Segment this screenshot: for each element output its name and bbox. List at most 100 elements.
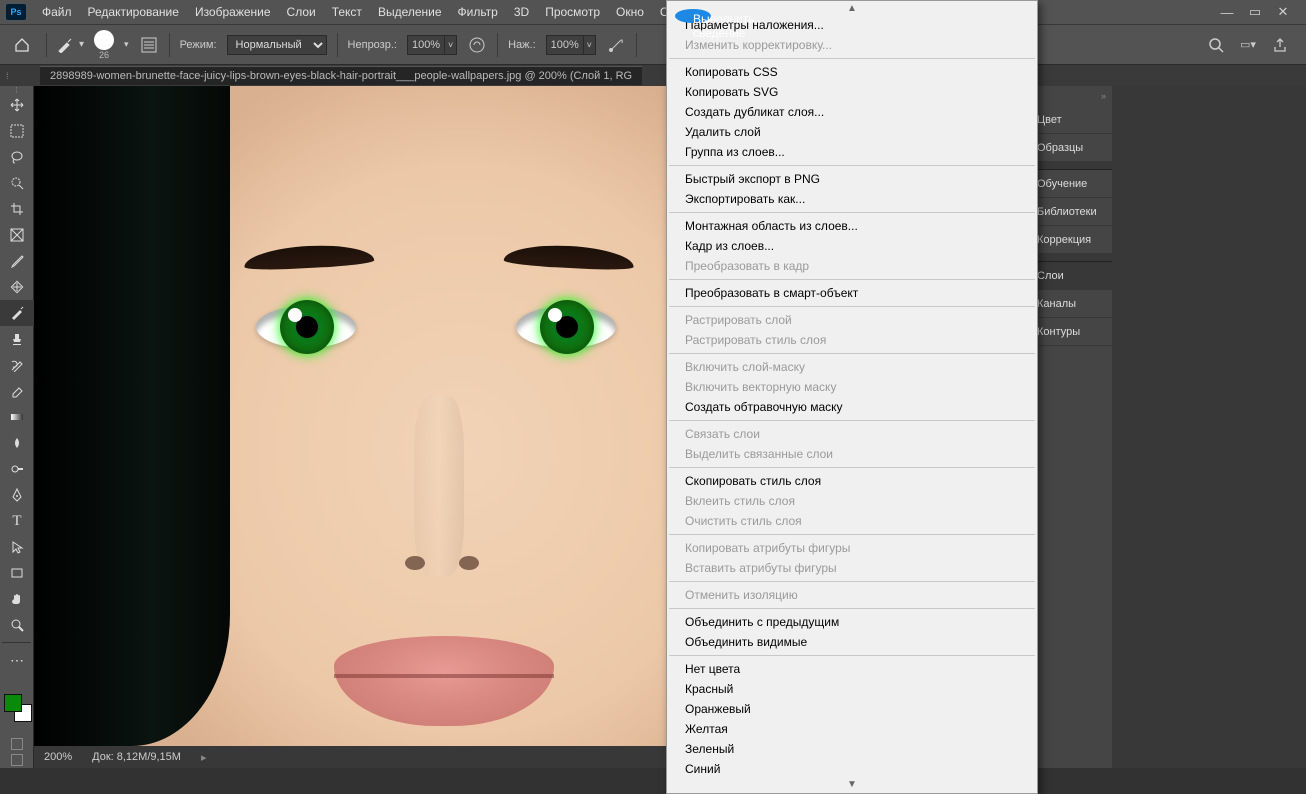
quick-select-tool[interactable] xyxy=(0,170,34,196)
menu-Изображение[interactable]: Изображение xyxy=(187,2,279,22)
ctx-зеленый[interactable]: Зеленый xyxy=(667,739,1037,759)
ctx-быстрый-экспорт-в-png[interactable]: Быстрый экспорт в PNG xyxy=(667,169,1037,189)
menu-Текст[interactable]: Текст xyxy=(324,2,370,22)
ctx-синий[interactable]: Синий xyxy=(667,759,1037,779)
crop-tool[interactable] xyxy=(0,196,34,222)
healing-tool[interactable] xyxy=(0,274,34,300)
ctx-объединить-видимые[interactable]: Объединить видимые xyxy=(667,632,1037,652)
color-swatches[interactable] xyxy=(0,690,33,736)
rail-label: Образцы xyxy=(1037,142,1083,154)
menu-Файл[interactable]: Файл xyxy=(34,2,80,22)
menu-3D[interactable]: 3D xyxy=(506,2,537,22)
ctx-копировать-атрибуты-фигуры: Копировать атрибуты фигуры xyxy=(667,538,1037,558)
gradient-tool[interactable] xyxy=(0,404,34,430)
marquee-tool[interactable] xyxy=(0,118,34,144)
ctx-нет-цвета[interactable]: Нет цвета xyxy=(667,659,1037,679)
workspace-icon[interactable]: ▭▾ xyxy=(1238,35,1258,55)
ctx-удалить-слой[interactable]: Удалить слой xyxy=(667,122,1037,142)
ctx-копировать-svg[interactable]: Копировать SVG xyxy=(667,82,1037,102)
menu-Слои[interactable]: Слои xyxy=(279,2,324,22)
ctx-копировать-css[interactable]: Копировать CSS xyxy=(667,62,1037,82)
frame-tool[interactable] xyxy=(0,222,34,248)
collapse-dock-right[interactable]: » xyxy=(1101,91,1106,101)
menu-separator xyxy=(669,655,1035,656)
eyedropper-tool[interactable] xyxy=(0,248,34,274)
ctx-создать-дубликат-слоя-[interactable]: Создать дубликат слоя... xyxy=(667,102,1037,122)
ctx-группа-из-слоев-[interactable]: Группа из слоев... xyxy=(667,142,1037,162)
brush-tool[interactable] xyxy=(0,300,34,326)
dodge-tool[interactable] xyxy=(0,456,34,482)
blur-tool[interactable] xyxy=(0,430,34,456)
menu-separator xyxy=(669,420,1035,421)
ctx-экспортировать-как-[interactable]: Экспортировать как... xyxy=(667,189,1037,209)
ctx-желтая[interactable]: Желтая xyxy=(667,719,1037,739)
opacity-drop[interactable]: ˅ xyxy=(445,35,457,55)
menu-separator xyxy=(669,58,1035,59)
menu-Редактирование[interactable]: Редактирование xyxy=(80,2,187,22)
airbrush-icon[interactable] xyxy=(606,35,626,55)
zoom-level[interactable]: 200% xyxy=(44,751,72,763)
ctx-объединить-с-предыдущим[interactable]: Объединить с предыдущим xyxy=(667,612,1037,632)
quickmask-toggle[interactable] xyxy=(0,736,33,752)
menu-Фильтр[interactable]: Фильтр xyxy=(450,2,506,22)
type-tool[interactable]: T xyxy=(0,508,34,534)
menu-bar: Ps ФайлРедактированиеИзображениеСлоиТекс… xyxy=(0,0,1306,24)
home-icon[interactable] xyxy=(8,31,36,59)
menu-separator xyxy=(669,279,1035,280)
zoom-tool[interactable] xyxy=(0,612,34,638)
screenmode-toggle[interactable] xyxy=(0,752,33,768)
ctx-включить-векторную-маску: Включить векторную маску xyxy=(667,377,1037,397)
separator xyxy=(337,33,338,57)
options-bar: ▾ 26 ▾ Режим: Нормальный Непрозр.: 100% … xyxy=(0,24,1306,64)
pen-tool[interactable] xyxy=(0,482,34,508)
rail-label: Библиотеки xyxy=(1037,206,1097,218)
ctx-монтажная-область-из-слоев-[interactable]: Монтажная область из слоев... xyxy=(667,216,1037,236)
ctx-скопировать-стиль-слоя[interactable]: Скопировать стиль слоя xyxy=(667,471,1037,491)
history-brush-tool[interactable] xyxy=(0,352,34,378)
fg-color[interactable] xyxy=(4,694,22,712)
pressure-opacity-icon[interactable] xyxy=(467,35,487,55)
ctx-вставить-атрибуты-фигуры: Вставить атрибуты фигуры xyxy=(667,558,1037,578)
ctx-красный[interactable]: Красный xyxy=(667,679,1037,699)
edit-toolbar-icon[interactable]: ⋯ xyxy=(0,647,34,673)
hand-tool[interactable] xyxy=(0,586,34,612)
ctx-связать-слои: Связать слои xyxy=(667,424,1037,444)
document-tab[interactable]: 2898989-women-brunette-face-juicy-lips-b… xyxy=(40,66,642,85)
opacity-label: Непрозр.: xyxy=(348,39,397,51)
separator xyxy=(497,33,498,57)
ctx-кадр-из-слоев-[interactable]: Кадр из слоев... xyxy=(667,236,1037,256)
ctx-создать-обтравочную-маску[interactable]: Создать обтравочную маску xyxy=(667,397,1037,417)
separator xyxy=(46,33,47,57)
tab-handle-icon[interactable]: ⁞ xyxy=(6,71,9,81)
layer-context-menu: ▲ Параметры наложения...Изменить коррект… xyxy=(666,0,1038,794)
move-tool[interactable] xyxy=(0,92,34,118)
flow-drop[interactable]: ˅ xyxy=(584,35,596,55)
eraser-tool[interactable] xyxy=(0,378,34,404)
stamp-tool[interactable] xyxy=(0,326,34,352)
brush-size-preview[interactable]: 26 xyxy=(94,30,114,60)
ctx-оранжевый[interactable]: Оранжевый xyxy=(667,699,1037,719)
window-controls: — ▭ ✕ xyxy=(1220,5,1300,19)
ctx-растрировать-слой: Растрировать слой xyxy=(667,310,1037,330)
status-caret[interactable]: ▸ xyxy=(201,751,207,764)
brush-preview[interactable]: ▾ xyxy=(57,37,84,53)
flow-value[interactable]: 100% xyxy=(546,35,584,55)
search-icon[interactable] xyxy=(1206,35,1226,55)
menu-Просмотр[interactable]: Просмотр xyxy=(537,2,608,22)
lasso-tool[interactable] xyxy=(0,144,34,170)
close-button[interactable]: ✕ xyxy=(1276,5,1290,19)
shape-tool[interactable] xyxy=(0,560,34,586)
menu-scroll-down[interactable]: ▼ xyxy=(667,779,1037,791)
opacity-value[interactable]: 100% xyxy=(407,35,445,55)
blend-mode-select[interactable]: Нормальный xyxy=(227,35,327,55)
brush-settings-icon[interactable] xyxy=(139,35,159,55)
ctx-преобразовать-в-кадр: Преобразовать в кадр xyxy=(667,256,1037,276)
share-icon[interactable] xyxy=(1270,35,1290,55)
minimize-button[interactable]: — xyxy=(1220,5,1234,19)
menu-Окно[interactable]: Окно xyxy=(608,2,652,22)
menu-Выделение[interactable]: Выделение xyxy=(370,2,450,22)
restore-button[interactable]: ▭ xyxy=(1248,5,1262,19)
ctx-преобразовать-в-смарт-объект[interactable]: Преобразовать в смарт-объект xyxy=(667,283,1037,303)
path-select-tool[interactable] xyxy=(0,534,34,560)
ctx-выполнить-сведение[interactable]: Выполнить сведение xyxy=(675,9,711,23)
